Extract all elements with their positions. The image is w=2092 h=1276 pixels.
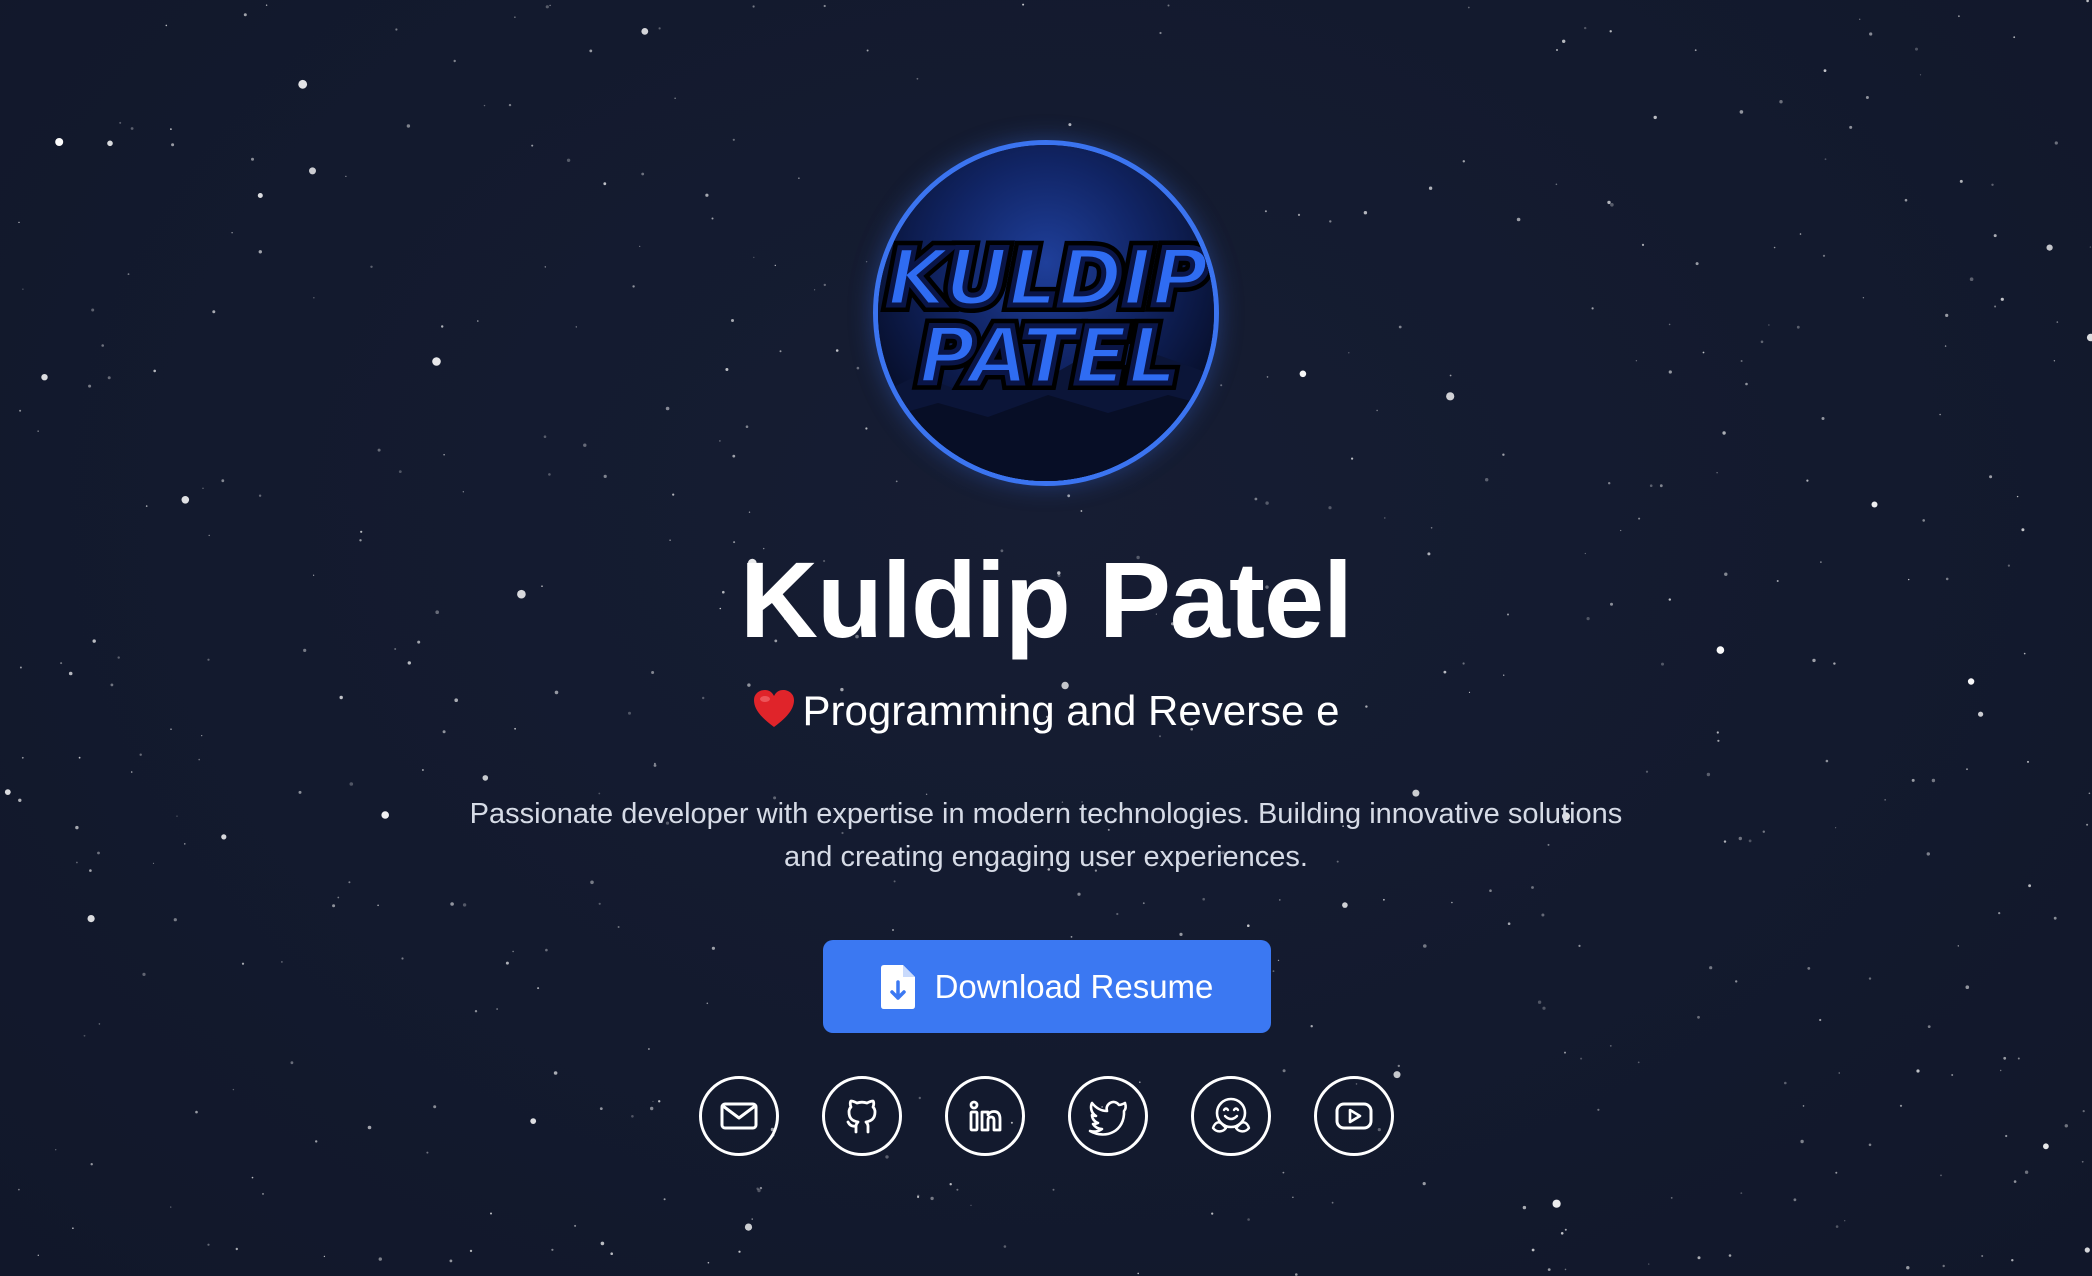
linkedin-link[interactable] — [944, 1076, 1025, 1156]
mail-icon — [720, 1102, 757, 1130]
avatar-logo-image: KULDIP KULDIP PATEL PATEL — [878, 145, 1214, 481]
twitter-link[interactable] — [1067, 1076, 1148, 1156]
github-link[interactable] — [821, 1076, 902, 1156]
download-resume-label: Download Resume — [934, 967, 1214, 1005]
linkedin-icon — [969, 1100, 1001, 1132]
twitter-icon — [1088, 1100, 1127, 1136]
avatar-logo-text-line1: KULDIP — [887, 234, 1209, 324]
profile-bio: Passionate developer with expertise in m… — [469, 798, 1623, 873]
youtube-icon — [1335, 1102, 1372, 1130]
huggingface-link[interactable] — [1190, 1076, 1271, 1156]
youtube-link[interactable] — [1313, 1076, 1394, 1156]
hero-section: KULDIP KULDIP PATEL PATEL Kuldip Patel P… — [0, 0, 2092, 1276]
profile-name: Kuldip Patel — [739, 539, 1353, 660]
page: KULDIP KULDIP PATEL PATEL Kuldip Patel P… — [0, 0, 2092, 1276]
avatar: KULDIP KULDIP PATEL PATEL — [873, 140, 1219, 486]
github-icon — [846, 1099, 876, 1134]
profile-tagline: Programming and Reverse e — [0, 683, 2092, 743]
heart-icon — [753, 687, 795, 743]
social-links — [0, 1076, 2092, 1156]
download-resume-button[interactable]: Download Resume — [823, 940, 1271, 1033]
tagline-text: Programming and Reverse e — [802, 687, 1340, 734]
file-download-icon — [880, 964, 915, 1009]
huggingface-icon — [1211, 1097, 1250, 1133]
avatar-logo-text-line2: PATEL — [918, 312, 1177, 402]
email-link[interactable] — [698, 1076, 779, 1156]
